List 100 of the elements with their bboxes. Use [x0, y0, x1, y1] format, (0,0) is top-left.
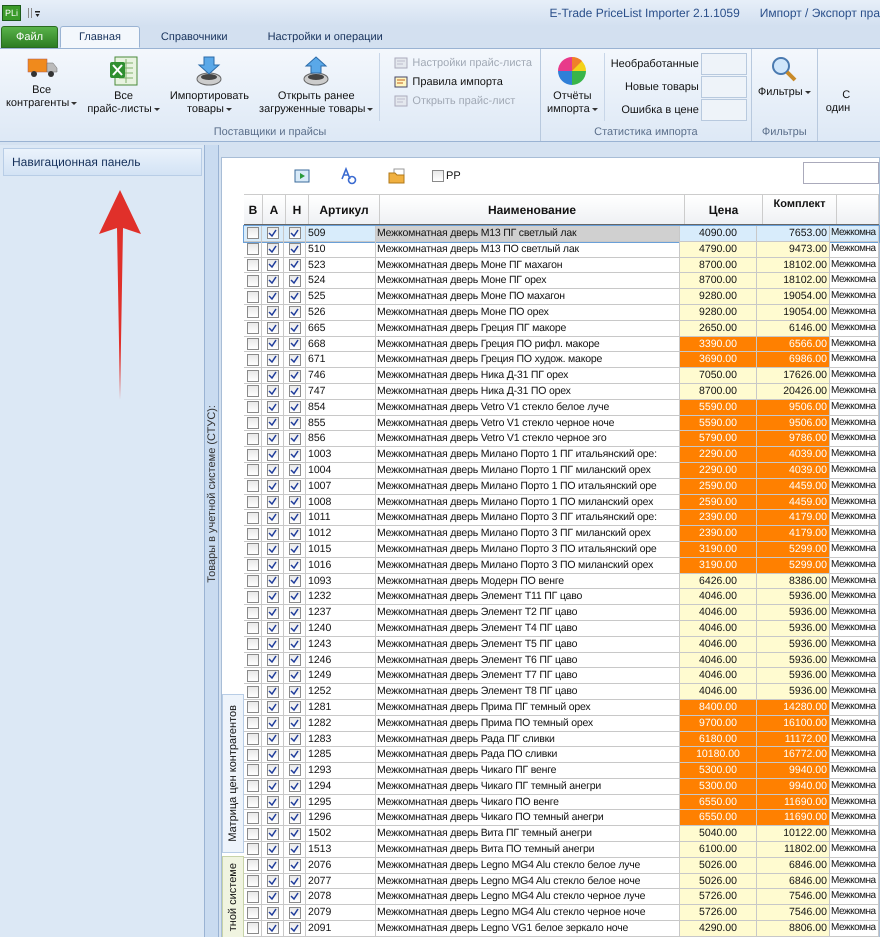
table-row[interactable]: 509 Межкомнатная дверь М13 ПГ светлый лак 4090.00 7653.00 Межкомна — [244, 226, 879, 242]
table-row[interactable]: 1296 Межкомнатная дверь Чикаго ПО темный анегри 6550.00 11690.00 Межкомна — [244, 810, 879, 826]
row-checkbox[interactable] — [288, 528, 300, 540]
table-row[interactable]: 1093 Межкомнатная дверь Модерн ПО венге 6426.00 8386.00 Межкомна — [244, 574, 879, 590]
row-checkbox[interactable] — [246, 322, 258, 334]
ribbon-button[interactable]: Открыть ранее загруженные товары — [255, 53, 378, 118]
row-checkbox[interactable] — [246, 274, 258, 287]
row-checkbox[interactable] — [288, 258, 300, 271]
row-checkbox[interactable] — [288, 701, 300, 714]
row-checkbox[interactable] — [266, 717, 278, 730]
row-checkbox[interactable] — [288, 906, 300, 919]
row-checkbox[interactable] — [288, 559, 300, 572]
table-row[interactable]: 1003 Межкомнатная дверь Милано Порто 1 ПГ итальянский оре: 2290.00 4039.00 Межкомна — [244, 447, 879, 463]
row-checkbox[interactable] — [288, 670, 300, 682]
row-checkbox[interactable] — [288, 512, 300, 524]
row-checkbox[interactable] — [246, 890, 258, 903]
row-checkbox[interactable] — [246, 732, 258, 745]
table-row[interactable]: 1246 Межкомнатная дверь Элемент Т6 ПГ цаво 4046.00 5936.00 Межкомна — [244, 652, 879, 668]
row-checkbox[interactable] — [266, 590, 278, 603]
file-menu-button[interactable]: Файл — [1, 26, 58, 48]
row-checkbox[interactable] — [288, 370, 300, 382]
row-checkbox[interactable] — [288, 638, 300, 650]
row-checkbox[interactable] — [288, 432, 300, 445]
row-checkbox[interactable] — [266, 732, 278, 745]
row-checkbox[interactable] — [266, 764, 278, 776]
row-checkbox[interactable] — [246, 543, 258, 556]
row-checkbox[interactable] — [288, 812, 300, 824]
row-checkbox[interactable] — [266, 480, 278, 492]
column-header[interactable]: Комплект — [763, 195, 837, 224]
table-row[interactable]: 2077 Межкомнатная дверь Legno MG4 Alu стекло белое ноче 5026.00 6846.00 Межкомна — [244, 874, 879, 890]
row-checkbox[interactable] — [246, 906, 258, 919]
table-row[interactable]: 1502 Межкомнатная дверь Вита ПГ темный анегри 5040.00 10122.00 Межкомна — [244, 826, 879, 842]
row-checkbox[interactable] — [246, 701, 258, 714]
row-checkbox[interactable] — [288, 796, 300, 808]
row-checkbox[interactable] — [246, 638, 258, 650]
row-checkbox[interactable] — [266, 780, 278, 792]
column-header[interactable]: Наименование — [380, 195, 685, 224]
font-letters-icon[interactable] — [340, 167, 358, 185]
row-checkbox[interactable] — [246, 448, 258, 461]
row-checkbox[interactable] — [266, 543, 278, 556]
table-row[interactable]: 510 Межкомнатная дверь М13 ПО светлый лак 4790.00 9473.00 Межкомна — [244, 242, 879, 258]
row-checkbox[interactable] — [266, 748, 278, 761]
row-checkbox[interactable] — [288, 227, 300, 240]
row-checkbox[interactable] — [288, 464, 300, 476]
row-checkbox[interactable] — [246, 780, 258, 792]
row-checkbox[interactable] — [266, 622, 278, 634]
side-tab[interactable]: Матрица цен контрагентов — [222, 694, 244, 853]
ribbon-button-label[interactable]: С — [842, 89, 850, 102]
table-row[interactable]: 855 Межкомнатная дверь Vetro V1 стекло черное ноче 5590.00 9506.00 Межкомна — [244, 416, 879, 432]
ribbon-button[interactable]: Фильтры — [754, 53, 815, 101]
row-checkbox[interactable] — [288, 243, 300, 256]
side-tab[interactable]: тной системе — [222, 856, 244, 937]
row-checkbox[interactable] — [266, 906, 278, 919]
row-checkbox[interactable] — [246, 922, 258, 934]
row-checkbox[interactable] — [246, 686, 258, 698]
column-header[interactable]: Цена — [685, 195, 763, 224]
row-checkbox[interactable] — [266, 448, 278, 461]
row-checkbox[interactable] — [288, 890, 300, 903]
row-checkbox[interactable] — [246, 828, 258, 840]
row-checkbox[interactable] — [288, 590, 300, 603]
table-row[interactable]: 671 Межкомнатная дверь Греция ПО худож. макоре 3690.00 6986.00 Межкомна — [244, 352, 879, 368]
table-row[interactable]: 1252 Межкомнатная дверь Элемент Т8 ПГ цаво 4046.00 5936.00 Межкомна — [244, 684, 879, 700]
row-checkbox[interactable] — [288, 654, 300, 666]
row-checkbox[interactable] — [246, 717, 258, 730]
row-checkbox[interactable] — [266, 670, 278, 682]
row-checkbox[interactable] — [288, 448, 300, 461]
table-row[interactable]: 668 Межкомнатная дверь Греция ПО рифл. макоре 3390.00 6566.00 Межкомна — [244, 336, 879, 352]
table-row[interactable]: 1011 Межкомнатная дверь Милано Порто 3 ПГ итальянский оре: 2390.00 4179.00 Межкомна — [244, 510, 879, 526]
column-header[interactable]: Н — [286, 195, 309, 224]
row-checkbox[interactable] — [246, 385, 258, 398]
row-checkbox[interactable] — [266, 654, 278, 666]
row-checkbox[interactable] — [266, 416, 278, 429]
row-checkbox[interactable] — [288, 748, 300, 761]
row-checkbox[interactable] — [266, 338, 278, 350]
row-checkbox[interactable] — [266, 258, 278, 271]
row-checkbox[interactable] — [246, 512, 258, 524]
row-checkbox[interactable] — [266, 496, 278, 508]
row-checkbox[interactable] — [246, 590, 258, 603]
table-row[interactable]: 1285 Межкомнатная дверь Рада ПО сливки 10180.00 16772.00 Межкомна — [244, 747, 879, 764]
row-checkbox[interactable] — [288, 875, 300, 888]
table-row[interactable]: 1015 Межкомнатная дверь Милано Порто 3 ПО итальянский оре 3190.00 5299.00 Межкомна — [244, 542, 879, 558]
row-checkbox[interactable] — [288, 401, 300, 414]
row-checkbox[interactable] — [266, 354, 278, 366]
row-checkbox[interactable] — [266, 828, 278, 840]
table-row[interactable]: 854 Межкомнатная дверь Vetro V1 стекло белое луче 5590.00 9506.00 Межкомна — [244, 400, 879, 416]
row-checkbox[interactable] — [266, 243, 278, 256]
row-checkbox[interactable] — [266, 322, 278, 334]
ribbon-button[interactable]: Все прайс-листы — [83, 53, 164, 118]
table-row[interactable]: 746 Межкомнатная дверь Ника Д-31 ПГ орех 7050.00 17626.00 Межкомна — [244, 368, 879, 384]
table-row[interactable]: 1243 Межкомнатная дверь Элемент Т5 ПГ цаво 4046.00 5936.00 Межкомна — [244, 636, 879, 653]
row-checkbox[interactable] — [266, 686, 278, 698]
quick-access-icon[interactable] — [27, 6, 42, 18]
table-row[interactable]: 1294 Межкомнатная дверь Чикаго ПГ темный анегри 5300.00 9940.00 Межкомна — [244, 778, 879, 795]
row-checkbox[interactable] — [288, 496, 300, 508]
row-checkbox[interactable] — [288, 416, 300, 429]
row-checkbox[interactable] — [266, 796, 278, 808]
row-checkbox[interactable] — [288, 717, 300, 730]
table-row[interactable]: 523 Межкомнатная дверь Моне ПГ махагон 8700.00 18102.00 Межкомна — [244, 258, 879, 274]
row-checkbox[interactable] — [246, 432, 258, 445]
row-checkbox[interactable] — [246, 528, 258, 540]
